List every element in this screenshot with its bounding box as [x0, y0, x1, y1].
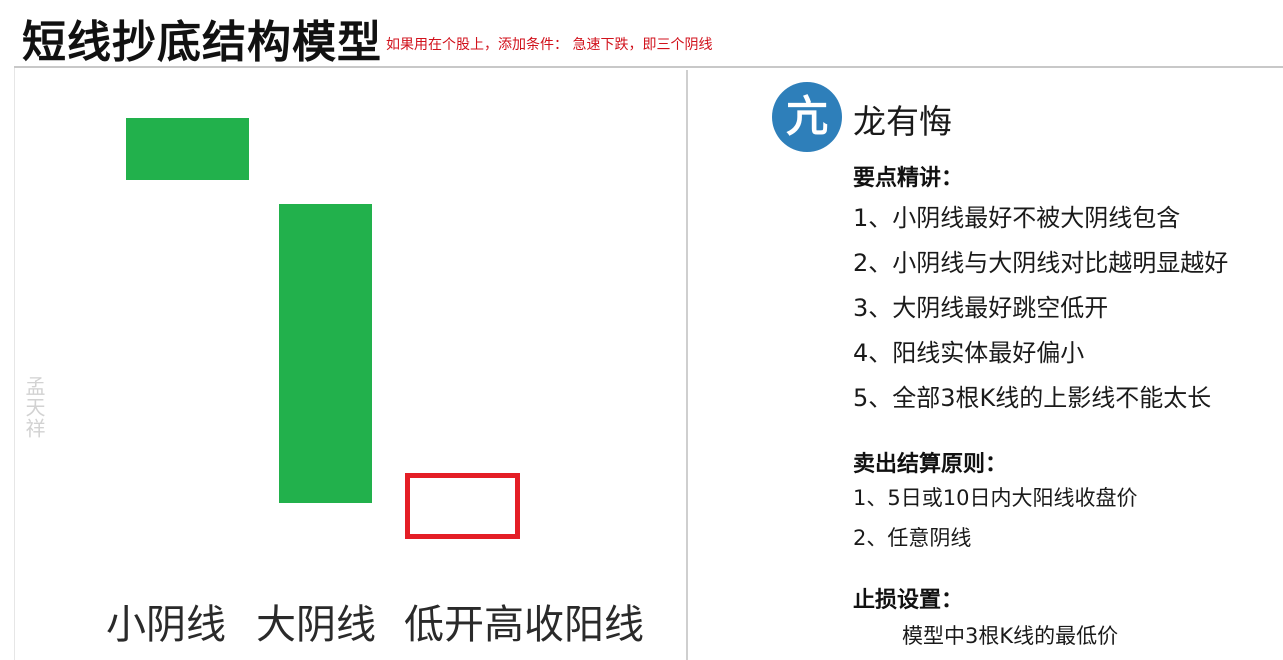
key-point-item: 5、全部3根K线的上影线不能太长 — [853, 384, 1212, 412]
key-point-item: 2、小阴线与大阴线对比越明显越好 — [853, 249, 1229, 277]
sell-rules-list: 1、5日或10日内大阳线收盘价 2、任意阴线 — [853, 482, 1137, 562]
large-bearish-label: 大阴线 — [256, 602, 376, 648]
stop-loss-heading: 止损设置： — [853, 588, 964, 613]
small-bearish-candle — [126, 118, 249, 180]
sell-rule-item: 1、5日或10日内大阳线收盘价 — [853, 486, 1138, 510]
sell-rule-item: 2、任意阴线 — [853, 526, 972, 550]
author-name: 龙有悔 — [853, 102, 952, 141]
large-bearish-candle — [279, 204, 372, 503]
page-title: 短线抄底结构模型 — [22, 17, 382, 68]
bullish-candle — [405, 473, 520, 539]
author-avatar-icon: 亢 — [772, 82, 842, 152]
condition-note: 如果用在个股上，添加条件： 急速下跌，即三个阴线 — [386, 37, 713, 53]
key-point-item: 4、阳线实体最好偏小 — [853, 339, 1085, 367]
key-points-list: 1、小阴线最好不被大阴线包含 2、小阴线与大阴线对比越明显越好 3、大阴线最好跳… — [853, 200, 1228, 425]
sell-rules-heading: 卖出结算原则： — [853, 452, 1008, 477]
small-bearish-label: 小阴线 — [106, 602, 226, 648]
panel-divider — [686, 70, 688, 660]
left-border — [14, 68, 15, 660]
key-points-heading: 要点精讲： — [853, 166, 964, 191]
key-point-item: 3、大阴线最好跳空低开 — [853, 294, 1109, 322]
key-point-item: 1、小阴线最好不被大阴线包含 — [853, 204, 1181, 232]
bullish-label: 低开高收阳线 — [404, 602, 644, 648]
stop-loss-rule: 模型中3根K线的最低价 — [902, 624, 1119, 648]
header-divider — [14, 66, 1283, 68]
watermark: 孟天祥 — [22, 376, 46, 439]
